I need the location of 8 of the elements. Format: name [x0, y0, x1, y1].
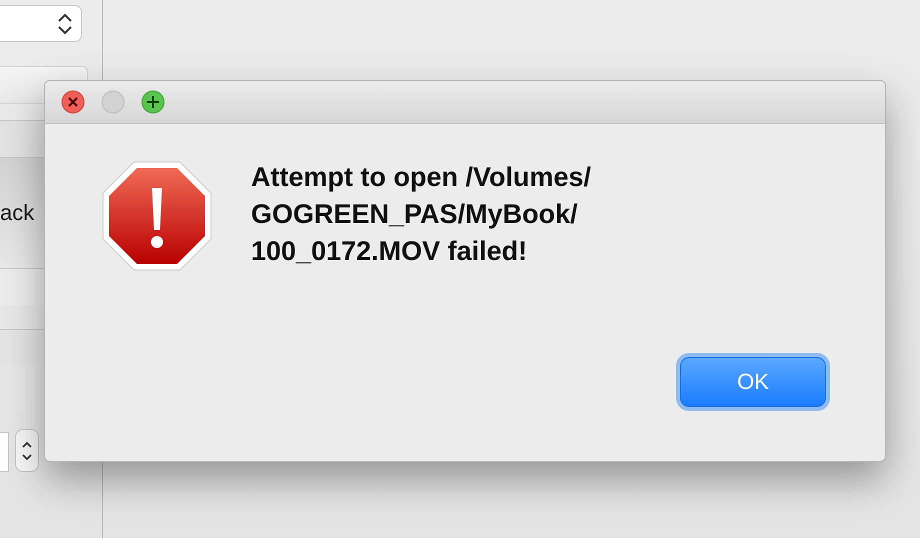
side-label: ack [0, 200, 34, 226]
popup-menu[interactable] [0, 5, 82, 42]
error-message: Attempt to open /Volumes/GOGREEN_PAS/MyBook/100_0172.MOV failed! [251, 161, 592, 268]
stepper[interactable] [15, 429, 39, 472]
zoom-button[interactable] [141, 90, 165, 114]
stop-sign-icon [101, 160, 213, 272]
number-field[interactable] [0, 432, 9, 472]
close-button[interactable] [61, 90, 85, 114]
